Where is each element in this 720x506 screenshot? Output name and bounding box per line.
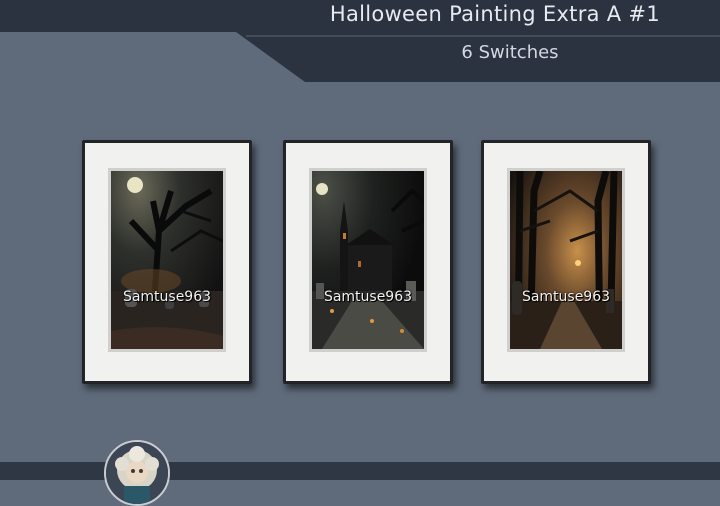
painting-artwork-3: Samtuse963: [510, 171, 622, 349]
creator-avatar[interactable]: [104, 440, 170, 506]
watermark-text: Samtuse963: [122, 289, 212, 305]
painting-frame-1[interactable]: Samtuse963: [82, 140, 252, 384]
painting-frame-2[interactable]: Samtuse963: [283, 140, 453, 384]
watermark-text: Samtuse963: [521, 289, 611, 305]
watermark-text: Samtuse963: [323, 289, 413, 305]
page-title: Halloween Painting Extra A #1: [329, 2, 660, 26]
painting-frame-3[interactable]: Samtuse963: [481, 140, 651, 384]
painting-artwork-2: Samtuse963: [312, 171, 424, 349]
avatar-portrait-icon: [106, 442, 168, 504]
painting-artwork-1: Samtuse963: [111, 171, 223, 349]
page-subtitle: 6 Switches: [461, 42, 559, 63]
